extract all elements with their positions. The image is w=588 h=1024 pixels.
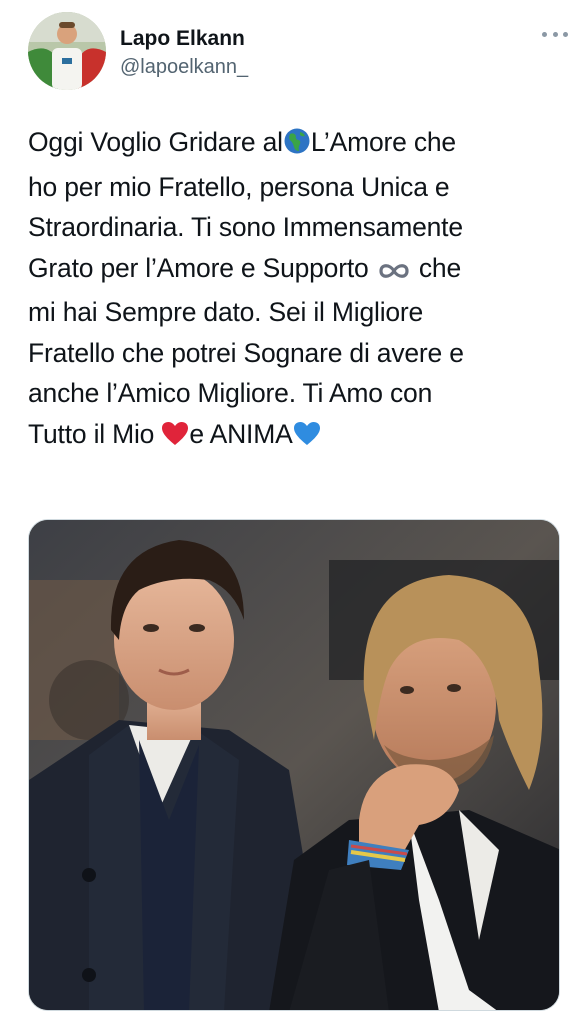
text-segment: Grato per l’Amore e Supporto: [28, 252, 376, 283]
tweet: Lapo Elkann @lapoelkann_ Oggi Voglio Gri…: [0, 0, 588, 1024]
text-line: Grato per l’Amore e Supporto che: [28, 248, 558, 293]
tweet-header: Lapo Elkann @lapoelkann_: [28, 12, 568, 94]
user-handle[interactable]: @lapoelkann_: [120, 54, 248, 80]
infinity-icon: [376, 252, 412, 293]
text-segment: che: [411, 252, 462, 283]
blue-heart-icon: [293, 418, 321, 459]
red-heart-icon: [161, 418, 189, 459]
globe-icon: [283, 126, 311, 167]
avatar[interactable]: [28, 12, 106, 90]
display-name[interactable]: Lapo Elkann: [120, 26, 248, 52]
text-segment: Tutto il Mio: [28, 418, 162, 449]
tweet-text: Oggi Voglio Gridare al L’Amore che ho per…: [28, 122, 558, 458]
more-horizontal-icon[interactable]: [542, 28, 568, 40]
text-line: mi hai Sempre dato. Sei il Migliore: [28, 297, 424, 327]
avatar-image: [28, 12, 106, 90]
text-segment: e ANIMA: [189, 418, 293, 449]
tweet-photo[interactable]: [28, 519, 560, 1011]
text-line: Fratello che potrei Sognare di avere e: [28, 337, 464, 368]
text-line: ho per mio Fratello, persona Unica e: [28, 171, 450, 202]
text-segment: L’Amore che: [310, 127, 456, 157]
text-line: Straordinaria. Ti sono Immensamente: [28, 212, 463, 242]
text-line: anche l’Amico Migliore. Ti Amo con: [28, 378, 433, 408]
text-line: Tutto il Mio e ANIMA: [28, 414, 558, 459]
author-names: Lapo Elkann @lapoelkann_: [120, 26, 248, 80]
photo-image: [29, 520, 559, 1010]
text-segment: Oggi Voglio Gridare al: [28, 127, 283, 157]
text-line: Oggi Voglio Gridare al L’Amore che: [28, 122, 558, 167]
